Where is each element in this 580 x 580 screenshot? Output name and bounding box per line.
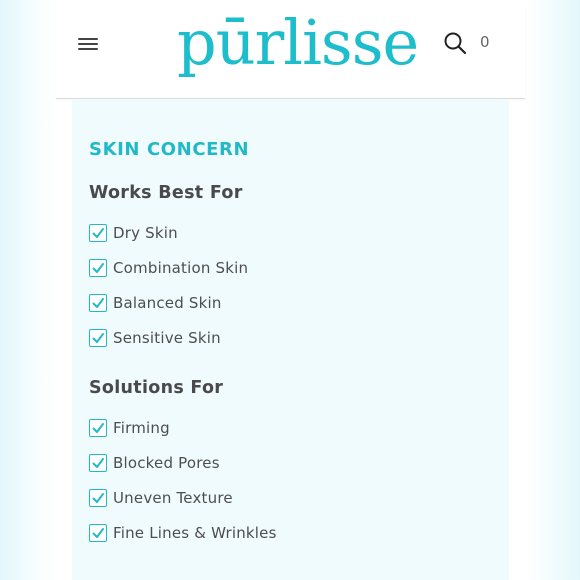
option-uneven-texture[interactable]: Uneven Texture [89,488,233,508]
cart-count[interactable]: 0 [480,33,490,51]
hamburger-menu-icon[interactable] [78,35,100,53]
checkbox-checked-icon[interactable] [89,259,107,277]
section-title: SKIN CONCERN [89,139,250,160]
option-blocked-pores[interactable]: Blocked Pores [89,453,220,473]
checkbox-checked-icon[interactable] [89,224,107,242]
checkbox-checked-icon[interactable] [89,329,107,347]
option-label: Sensitive Skin [113,329,221,347]
option-label: Blocked Pores [113,454,220,472]
checkbox-checked-icon[interactable] [89,294,107,312]
checkbox-checked-icon[interactable] [89,524,107,542]
checkbox-checked-icon[interactable] [89,419,107,437]
option-label: Dry Skin [113,224,178,242]
checkbox-checked-icon[interactable] [89,489,107,507]
filter-panel: SKIN CONCERN Works Best For Dry Skin Com… [72,99,509,580]
option-dry-skin[interactable]: Dry Skin [89,223,178,243]
option-combination-skin[interactable]: Combination Skin [89,258,248,278]
brand-logo[interactable]: pūrlisse [177,0,419,88]
option-label: Combination Skin [113,259,249,277]
menu-bar [78,38,98,40]
option-sensitive-skin[interactable]: Sensitive Skin [89,328,221,348]
site-header: pūrlisse 0 [56,0,525,99]
option-balanced-skin[interactable]: Balanced Skin [89,293,222,313]
group-title-solutions-for: Solutions For [89,378,224,398]
page: pūrlisse 0 SKIN CONCERN Works Best For D… [56,0,525,580]
search-icon[interactable] [443,31,469,57]
option-label: Uneven Texture [113,489,233,507]
option-fine-lines-wrinkles[interactable]: Fine Lines & Wrinkles [89,523,277,543]
menu-bar [78,48,98,50]
option-label: Balanced Skin [113,294,222,312]
option-label: Fine Lines & Wrinkles [113,524,277,542]
group-title-works-best-for: Works Best For [89,183,243,203]
option-label: Firming [113,419,170,437]
option-firming[interactable]: Firming [89,418,170,438]
checkbox-checked-icon[interactable] [89,454,107,472]
menu-bar [78,43,98,45]
